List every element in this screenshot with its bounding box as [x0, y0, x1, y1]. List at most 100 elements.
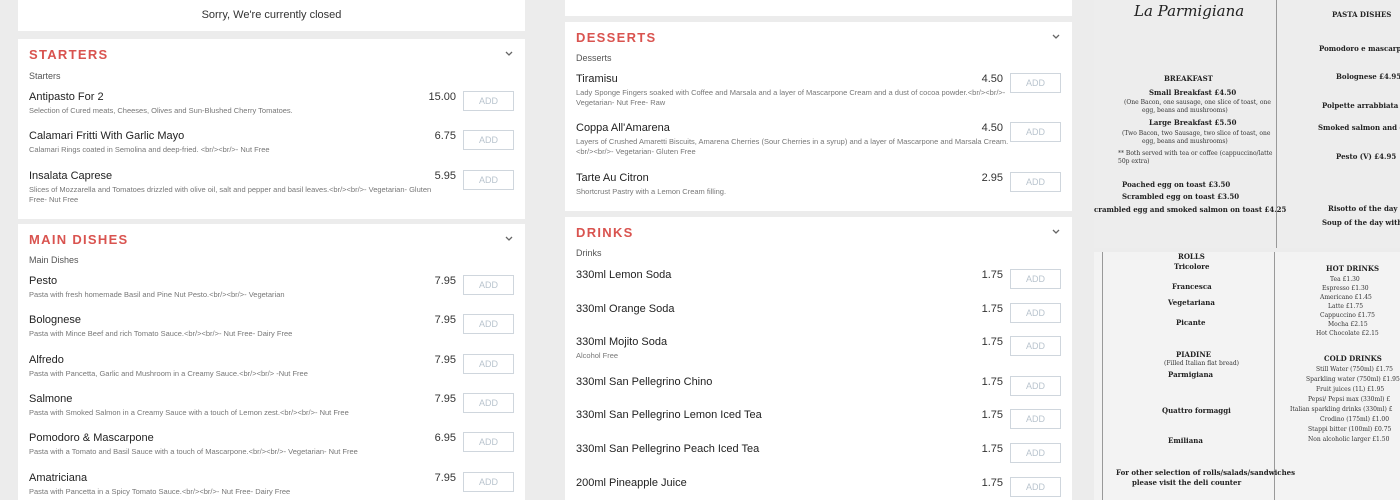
- photo-text: Latte £1.75: [1328, 303, 1364, 310]
- photo-text: Fruit juices (1L) £1.95: [1316, 386, 1385, 393]
- photo-text: egg, beans and mushrooms): [1142, 138, 1228, 145]
- item-price: 1.75: [981, 409, 1003, 421]
- menu-item: Tiramisu Lady Sponge Fingers soaked with…: [576, 73, 1061, 111]
- photo-text: For other selection of rolls/salads/sand…: [1116, 468, 1296, 477]
- desserts-header[interactable]: DESSERTS: [576, 30, 1061, 50]
- menu-item: 330ml Orange Soda 1.75 ADD: [576, 303, 1061, 337]
- add-button[interactable]: ADD: [463, 432, 514, 452]
- add-button[interactable]: ADD: [463, 314, 514, 334]
- item-name: Amatriciana: [29, 472, 88, 484]
- add-button[interactable]: ADD: [1010, 336, 1061, 356]
- closed-notice: Sorry, We're currently closed: [18, 0, 525, 31]
- chevron-down-icon[interactable]: [504, 234, 514, 244]
- photo-text: Polpette arrabbiata £4.: [1322, 101, 1400, 110]
- item-price: 1.75: [981, 336, 1003, 348]
- photo-text: Americano £1.45: [1320, 294, 1372, 301]
- menu-item: Pesto Pasta with fresh homemade Basil an…: [29, 275, 514, 309]
- restaurant-logo: La Parmigiana: [1134, 2, 1245, 20]
- photo-text: Scrambled egg on toast £3.50: [1122, 192, 1240, 201]
- add-button[interactable]: ADD: [463, 275, 514, 295]
- subcategory-label: Desserts: [576, 53, 612, 63]
- item-description: Pasta with Pancetta, Garlic and Mushroom…: [29, 369, 308, 378]
- menu-photo-rolls-drinks[interactable]: ROLLS Tricolore Francesca Vegetariana Pi…: [1094, 252, 1400, 500]
- photo-text: Pomodoro e mascarpone (V): [1319, 44, 1400, 53]
- chevron-down-icon[interactable]: [504, 49, 514, 59]
- add-button[interactable]: ADD: [1010, 376, 1061, 396]
- item-name: Tiramisu: [576, 73, 618, 85]
- photo-text: Vegetariana: [1168, 298, 1215, 307]
- subcategory-label: Starters: [29, 71, 61, 81]
- photo-text: PASTA DISHES: [1332, 10, 1392, 19]
- photo-text: Parmigiana: [1168, 370, 1214, 379]
- add-button[interactable]: ADD: [463, 130, 514, 150]
- add-button[interactable]: ADD: [463, 170, 514, 190]
- menu-item: Alfredo Pasta with Pancetta, Garlic and …: [29, 354, 514, 388]
- add-button[interactable]: ADD: [1010, 443, 1061, 463]
- add-button[interactable]: ADD: [1010, 172, 1061, 192]
- photo-text: (Two Bacon, two Sausage, two slice of to…: [1122, 130, 1271, 137]
- photo-text: Quattro formaggi: [1162, 406, 1231, 415]
- item-name: Salmone: [29, 393, 73, 405]
- photo-text: Large Breakfast £5.50: [1149, 118, 1237, 127]
- item-name: 330ml Lemon Soda: [576, 269, 672, 281]
- menu-item: Antipasto For 2 Selection of Cured meats…: [29, 91, 514, 125]
- add-button[interactable]: ADD: [1010, 269, 1061, 289]
- add-button[interactable]: ADD: [1010, 477, 1061, 497]
- photo-text: COLD DRINKS: [1324, 354, 1382, 363]
- menu-item: 330ml Lemon Soda 1.75 ADD: [576, 269, 1061, 303]
- item-description: Alcohol Free: [576, 351, 619, 360]
- subcategory-label: Drinks: [576, 248, 602, 258]
- menu-divider: [1102, 252, 1103, 500]
- menu-item: Calamari Fritti With Garlic Mayo Calamar…: [29, 130, 514, 164]
- item-name: 330ml Orange Soda: [576, 303, 675, 315]
- item-description: Pasta with Mince Beef and rich Tomato Sa…: [29, 329, 293, 338]
- add-button[interactable]: ADD: [463, 354, 514, 374]
- item-name: Calamari Fritti With Garlic Mayo: [29, 130, 185, 142]
- photo-text: Pepsi/ Pepsi max (330ml) £: [1308, 396, 1391, 403]
- item-name: 330ml Mojito Soda: [576, 336, 668, 348]
- item-price: 7.95: [434, 354, 456, 366]
- add-button[interactable]: ADD: [1010, 73, 1061, 93]
- add-button[interactable]: ADD: [1010, 122, 1061, 142]
- drinks-header[interactable]: DRINKS: [576, 225, 1061, 245]
- menu-item: 330ml San Pellegrino Chino 1.75 ADD: [576, 376, 1061, 410]
- add-button[interactable]: ADD: [463, 91, 514, 111]
- chevron-down-icon[interactable]: [1051, 227, 1061, 237]
- item-price: 7.95: [434, 314, 456, 326]
- item-description: Calamari Rings coated in Semolina and de…: [29, 145, 270, 154]
- item-name: Insalata Caprese: [29, 170, 113, 182]
- photo-text: ** Both served with tea or coffee (cappu…: [1118, 150, 1273, 157]
- item-name: Antipasto For 2: [29, 91, 104, 103]
- photo-text: Sparkling water (750ml) £1.95: [1306, 376, 1400, 383]
- menu-photo-breakfast[interactable]: La Parmigiana BREAKFAST Small Breakfast …: [1094, 0, 1400, 248]
- subcategory-label: Main Dishes: [29, 255, 79, 265]
- add-button[interactable]: ADD: [463, 393, 514, 413]
- item-name: 330ml San Pellegrino Lemon Iced Tea: [576, 409, 762, 421]
- menu-item: Bolognese Pasta with Mince Beef and rich…: [29, 314, 514, 348]
- add-button[interactable]: ADD: [1010, 303, 1061, 323]
- photo-text: Crodino (175ml) £1.00: [1320, 416, 1390, 423]
- photo-text: Pesto (V) £4.95: [1336, 152, 1397, 161]
- add-button[interactable]: ADD: [1010, 409, 1061, 429]
- main-dishes-header[interactable]: MAIN DISHES: [29, 232, 514, 252]
- starters-header[interactable]: STARTERS: [29, 47, 514, 67]
- item-description: Pasta with Pancetta in a Spicy Tomato Sa…: [29, 487, 291, 496]
- photo-text: Emiliana: [1168, 436, 1203, 445]
- item-price: 5.95: [434, 170, 456, 182]
- add-button[interactable]: ADD: [463, 472, 514, 492]
- item-price: 1.75: [981, 269, 1003, 281]
- photo-text: ROLLS: [1178, 252, 1205, 261]
- item-price: 6.75: [434, 130, 456, 142]
- main-dishes-section: MAIN DISHES Main Dishes Pesto Pasta with…: [18, 224, 525, 500]
- photo-text: Bolognese £4.95: [1336, 72, 1400, 81]
- item-name: Tarte Au Citron: [576, 172, 649, 184]
- item-price: 4.50: [981, 122, 1003, 134]
- item-price: 7.95: [434, 275, 456, 287]
- chevron-down-icon[interactable]: [1051, 32, 1061, 42]
- menu-item: 330ml Mojito Soda Alcohol Free 1.75 ADD: [576, 336, 1061, 370]
- menu-item: Insalata Caprese Slices of Mozzarella an…: [29, 170, 514, 204]
- item-name: Pomodoro & Mascarpone: [29, 432, 154, 444]
- menu-item: Amatriciana Pasta with Pancetta in a Spi…: [29, 472, 514, 500]
- menu-item: 330ml San Pellegrino Lemon Iced Tea 1.75…: [576, 409, 1061, 443]
- photo-text: (One Bacon, one sausage, one slice of to…: [1124, 99, 1271, 106]
